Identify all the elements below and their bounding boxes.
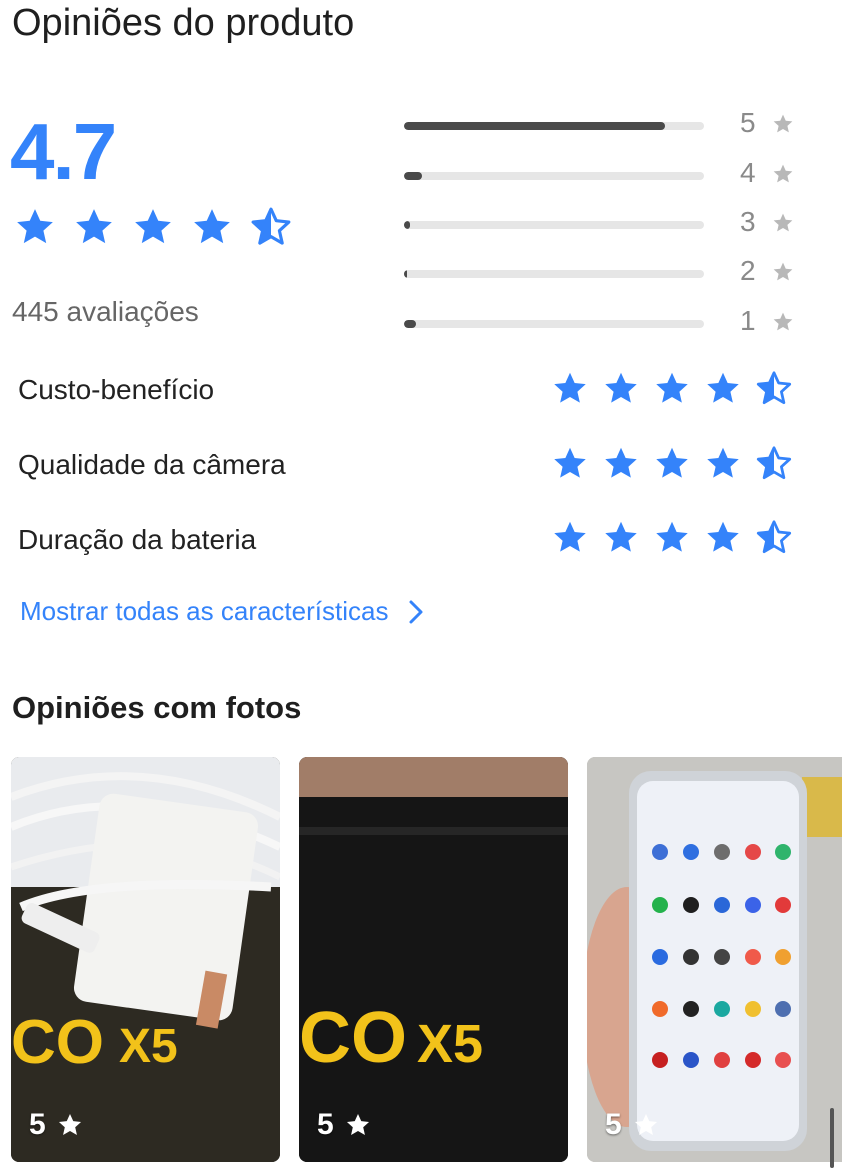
photo-rating-badge: 5 <box>317 1108 372 1142</box>
star-icon <box>605 372 637 403</box>
review-photo-1[interactable]: CO X5 5 <box>11 757 280 1162</box>
star-icon <box>707 521 739 552</box>
star-icon <box>773 312 793 331</box>
attribute-label-camera: Qualidade da câmera <box>18 449 286 480</box>
distribution-bar <box>404 221 704 229</box>
attribute-label-battery: Duração da bateria <box>18 524 257 555</box>
half-star-icon <box>251 207 291 245</box>
photo-rating-value: 5 <box>605 1108 622 1141</box>
star-icon <box>135 209 171 244</box>
star-icon <box>773 114 793 133</box>
photo-rating-value: 5 <box>29 1108 46 1141</box>
box-print-text: X5 <box>119 1020 178 1073</box>
half-star-icon <box>756 446 792 480</box>
box-print-text: CO <box>299 998 407 1078</box>
star-icon <box>605 447 637 478</box>
distribution-row-3: 3 <box>404 204 804 244</box>
show-all-characteristics-link[interactable]: Mostrar todas as características <box>20 596 424 627</box>
star-icon <box>634 1113 657 1135</box>
distribution-label: 5 <box>740 107 756 138</box>
star-icon <box>554 372 586 403</box>
star-icon <box>17 209 53 244</box>
show-all-label: Mostrar todas as características <box>20 596 389 626</box>
half-star-icon <box>756 371 792 405</box>
box-print-text: X5 <box>417 1014 484 1074</box>
distribution-label: 3 <box>740 206 756 237</box>
star-icon <box>707 372 739 403</box>
star-icon <box>554 521 586 552</box>
star-icon <box>346 1113 369 1135</box>
photo-rating-value: 5 <box>317 1108 334 1141</box>
distribution-label: 1 <box>740 305 756 336</box>
attribute-stars-battery <box>550 519 794 556</box>
distribution-bar-fill <box>404 122 665 130</box>
star-icon <box>773 262 793 281</box>
star-icon <box>656 521 688 552</box>
distribution-bar <box>404 320 704 328</box>
distribution-bar-fill <box>404 320 416 328</box>
box-photo-image <box>299 757 568 1162</box>
distribution-bar <box>404 270 704 278</box>
half-star-icon <box>756 520 792 554</box>
star-icon <box>76 209 112 244</box>
distribution-row-1: 1 <box>404 303 804 343</box>
review-photo-2[interactable]: CO X5 5 <box>299 757 568 1162</box>
attribute-stars-value <box>550 370 794 407</box>
distribution-label: 4 <box>740 157 756 188</box>
attribute-label-value: Custo-benefício <box>18 374 215 405</box>
phone-photo-image <box>587 757 842 1162</box>
star-icon <box>58 1113 81 1135</box>
star-icon <box>605 521 637 552</box>
average-stars <box>12 206 294 248</box>
distribution-row-5: 5 <box>404 105 804 145</box>
box-print-text: CO <box>11 1008 104 1077</box>
attribute-stars-camera <box>550 445 794 482</box>
star-icon <box>656 447 688 478</box>
star-icon <box>194 209 230 244</box>
star-icon <box>773 213 793 232</box>
distribution-bar <box>404 172 704 180</box>
distribution-bar-fill <box>404 172 422 180</box>
distribution-row-4: 4 <box>404 155 804 195</box>
scrollbar[interactable] <box>830 1108 834 1168</box>
star-icon <box>773 164 793 183</box>
charger-photo-image <box>11 757 280 1162</box>
star-icon <box>707 447 739 478</box>
photos-section-title: Opiniões com fotos <box>12 690 302 725</box>
photo-rating-badge: 5 <box>605 1108 660 1142</box>
distribution-bar-fill <box>404 221 410 229</box>
page-title: Opiniões do produto <box>12 2 355 44</box>
chevron-right-icon <box>409 600 423 623</box>
review-count: 445 avaliações <box>12 296 199 327</box>
distribution-bar <box>404 122 704 130</box>
distribution-row-2: 2 <box>404 253 804 293</box>
distribution-bar-fill <box>404 270 407 278</box>
distribution-label: 2 <box>740 255 756 286</box>
average-rating: 4.7 <box>10 107 117 196</box>
photo-rating-badge: 5 <box>29 1108 84 1142</box>
star-icon <box>656 372 688 403</box>
star-icon <box>554 447 586 478</box>
review-photo-3[interactable]: 5 <box>587 757 842 1162</box>
